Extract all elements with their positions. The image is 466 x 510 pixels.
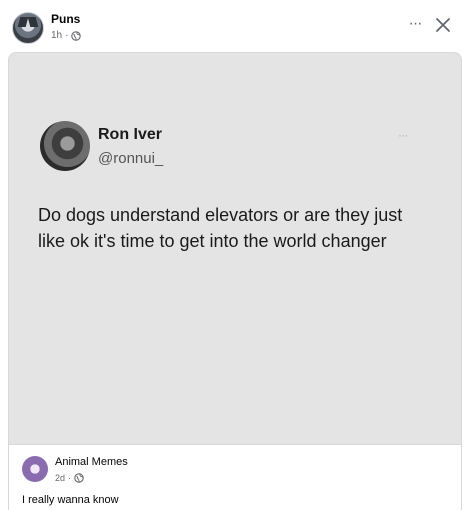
tweet-text: Do dogs understand elevators or are they… bbox=[38, 205, 403, 251]
more-options-button[interactable]: ··· bbox=[401, 14, 429, 38]
shared-meta: 2d · bbox=[55, 473, 84, 483]
shared-page-name[interactable]: Animal Memes bbox=[55, 456, 128, 468]
shared-post-text: I really wanna know bbox=[22, 494, 119, 506]
close-icon[interactable] bbox=[430, 12, 456, 38]
page-name[interactable]: Puns bbox=[51, 12, 80, 26]
globe-icon bbox=[74, 473, 84, 483]
post-time[interactable]: 1h bbox=[51, 30, 62, 41]
post-meta: 1h · bbox=[51, 30, 82, 41]
tweet-more-icon: ··· bbox=[398, 128, 408, 142]
shared-separator: · bbox=[68, 473, 72, 483]
meta-separator: · bbox=[65, 30, 69, 41]
shared-time[interactable]: 2d bbox=[55, 473, 65, 483]
tweet-avatar bbox=[40, 121, 90, 171]
post-header: Puns 1h · ··· bbox=[0, 0, 466, 52]
page-avatar[interactable] bbox=[12, 12, 44, 44]
tweet-author-handle: @ronnui_ bbox=[98, 150, 164, 167]
globe-icon bbox=[71, 30, 82, 41]
shared-page-avatar[interactable] bbox=[22, 456, 48, 482]
tweet-author-name: Ron Iver bbox=[98, 126, 163, 143]
